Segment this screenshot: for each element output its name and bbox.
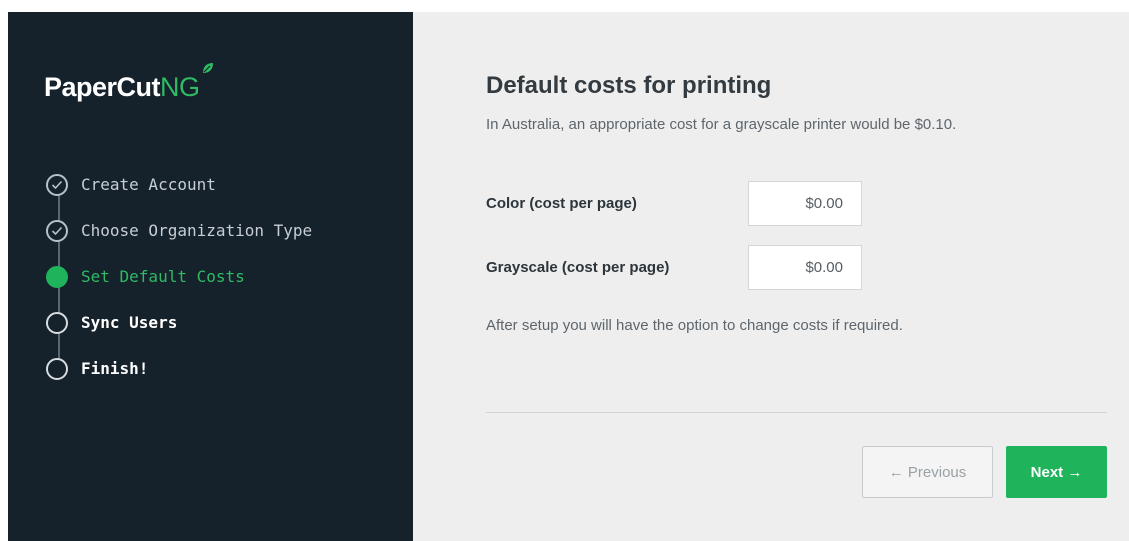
page-title: Default costs for printing (486, 72, 772, 99)
step-label: Choose Organization Type (81, 221, 313, 240)
wizard-steps: Create Account Choose Organization Type … (46, 174, 312, 404)
step-label: Create Account (81, 175, 216, 194)
color-cost-row: Color (cost per page) (486, 181, 862, 226)
check-circle-icon (46, 174, 68, 196)
step-label: Set Default Costs (81, 267, 245, 286)
check-circle-icon (46, 220, 68, 242)
grayscale-cost-row: Grayscale (cost per page) (486, 245, 862, 290)
step-choose-organization-type: Choose Organization Type (46, 220, 312, 266)
color-cost-input[interactable] (748, 181, 862, 226)
next-button[interactable]: Next → (1006, 446, 1107, 498)
empty-circle-icon (46, 312, 68, 334)
setup-wizard: PaperCutNG Create Account Choose Organiz… (8, 12, 1129, 541)
setup-note: After setup you will have the option to … (486, 317, 903, 334)
step-label: Sync Users (81, 313, 178, 332)
leaf-icon (202, 63, 213, 73)
step-set-default-costs: Set Default Costs (46, 266, 312, 312)
previous-button[interactable]: ← Previous (862, 446, 993, 498)
empty-circle-icon (46, 358, 68, 380)
color-cost-label: Color (cost per page) (486, 195, 637, 212)
step-create-account: Create Account (46, 174, 312, 220)
logo: PaperCutNG (44, 63, 213, 103)
logo-text-main: PaperCut (44, 72, 161, 102)
filled-circle-icon (46, 266, 68, 288)
logo-text-suffix: NG (160, 72, 200, 102)
step-sync-users: Sync Users (46, 312, 312, 358)
grayscale-cost-input[interactable] (748, 245, 862, 290)
divider (486, 412, 1107, 413)
page-subtitle: In Australia, an appropriate cost for a … (486, 116, 957, 133)
sidebar: PaperCutNG Create Account Choose Organiz… (8, 12, 413, 541)
step-finish: Finish! (46, 358, 312, 404)
step-label: Finish! (81, 359, 149, 378)
grayscale-cost-label: Grayscale (cost per page) (486, 259, 670, 276)
main-panel: Default costs for printing In Australia,… (413, 12, 1129, 541)
